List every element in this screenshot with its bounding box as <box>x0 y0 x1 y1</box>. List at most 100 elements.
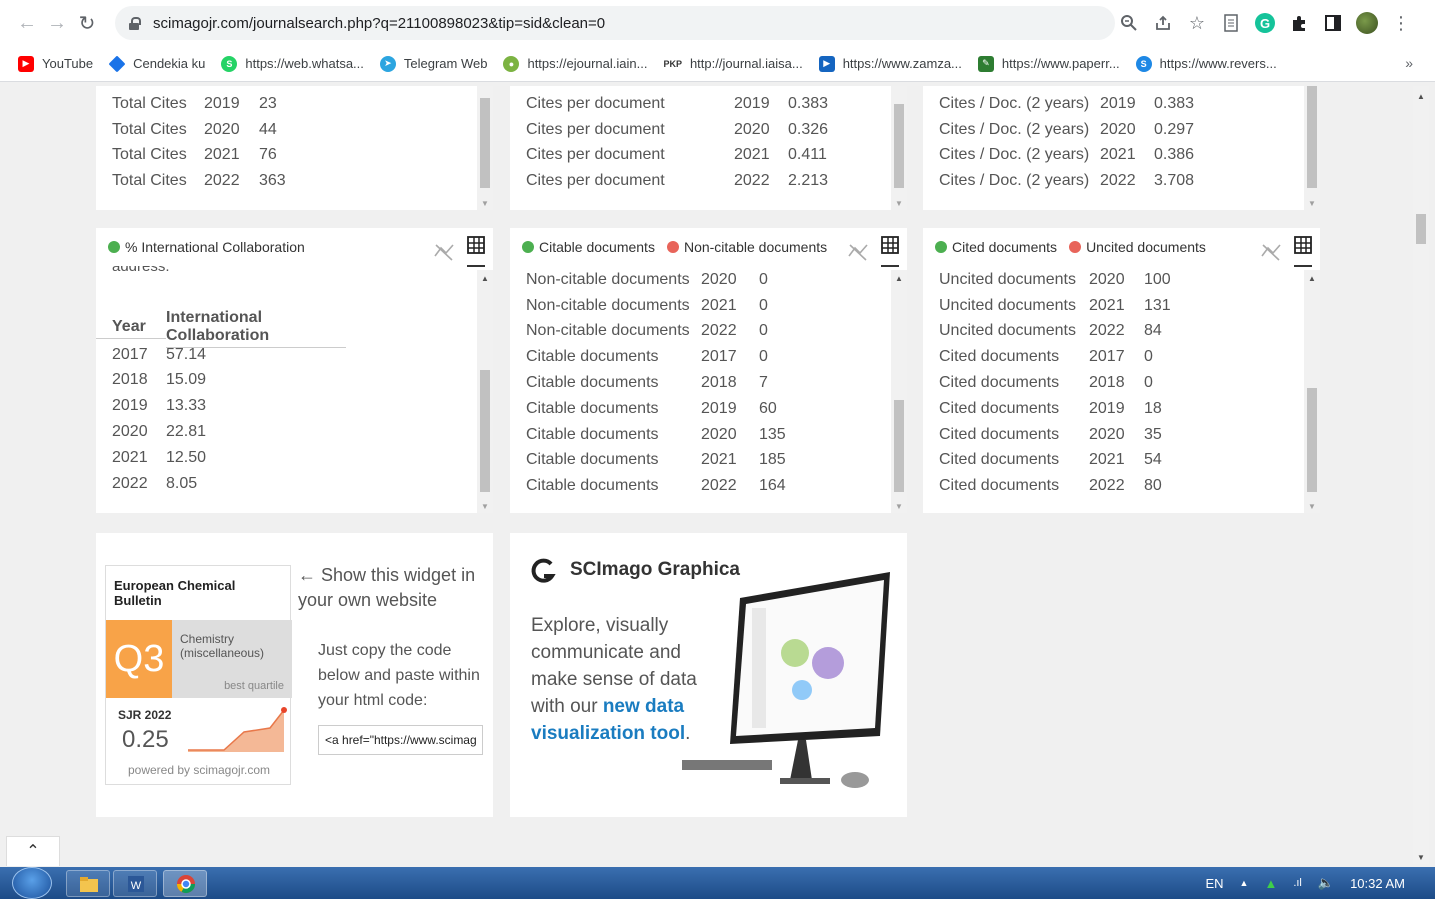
page-scrollbar[interactable]: ▲ ▼ <box>1413 86 1429 864</box>
legend-item-collab[interactable]: % International Collaboration <box>108 239 305 255</box>
taskbar-chrome-button[interactable] <box>163 870 207 897</box>
table-row: Citable documents 2020 135 <box>510 422 890 448</box>
legend-label: Cited documents <box>952 239 1058 255</box>
cites-per-doc-scrollbar[interactable]: ▼ <box>891 86 907 210</box>
chart-view-icon[interactable] <box>1260 242 1282 262</box>
total-cites-scrollbar[interactable]: ▼ <box>477 86 493 210</box>
bookmark-reverso[interactable]: S https://www.revers... <box>1135 55 1277 72</box>
address-bar[interactable]: scimagojr.com/journalsearch.php?q=211008… <box>115 6 1115 40</box>
table-cell: 2019 <box>734 94 770 112</box>
cited-docs-scrollbar[interactable]: ▲ ▼ <box>1304 270 1320 513</box>
scroll-up-arrow-icon[interactable]: ▲ <box>1417 92 1425 101</box>
document-extension-icon[interactable] <box>1217 8 1245 38</box>
widget-code-input[interactable] <box>318 725 483 755</box>
share-icon[interactable] <box>1149 8 1177 38</box>
scrollbar-thumb[interactable] <box>480 370 490 492</box>
legend-item-non-citable[interactable]: Non-citable documents <box>666 239 827 255</box>
extensions-puzzle-icon[interactable] <box>1285 8 1313 38</box>
page-scrollbar-thumb[interactable] <box>1416 214 1426 244</box>
scroll-down-arrow-icon[interactable]: ▼ <box>1308 199 1316 208</box>
table-cell: Citable documents <box>526 399 659 417</box>
intl-collab-scrollbar[interactable]: ▲ ▼ <box>477 270 493 513</box>
table-cell: 8.05 <box>166 474 198 492</box>
table-cell: Citable documents <box>526 425 659 443</box>
menu-kebab-icon[interactable]: ⋮ <box>1387 8 1415 38</box>
windows-start-button[interactable] <box>12 867 52 899</box>
language-indicator[interactable]: EN <box>1205 876 1223 891</box>
table-cell: 15.09 <box>166 371 207 389</box>
bookmark-youtube[interactable]: ▶ YouTube <box>18 55 93 72</box>
chevron-up-icon: ⌃ <box>26 843 40 860</box>
table-view-tab[interactable] <box>467 236 485 267</box>
table-row: 2022 8.05 <box>96 471 476 497</box>
bookmark-journal-iaisa[interactable]: PKP http://journal.iaisa... <box>663 56 802 71</box>
table-cell: 2022 <box>734 172 770 190</box>
bookmark-paperrater[interactable]: ✎ https://www.paperr... <box>977 55 1120 72</box>
chart-view-icon[interactable] <box>847 242 869 262</box>
scroll-up-arrow-icon[interactable]: ▲ <box>895 274 903 283</box>
legend-item-cited[interactable]: Cited documents <box>935 239 1057 255</box>
table-cell: 2022 <box>701 322 737 340</box>
sjr-widget[interactable]: European Chemical Bulletin Q3 Chemistry … <box>105 565 292 785</box>
table-view-tab[interactable] <box>1294 236 1312 267</box>
citable-docs-scrollbar[interactable]: ▲ ▼ <box>891 270 907 513</box>
bookmark-label: https://www.zamza... <box>842 56 962 71</box>
profile-avatar-icon[interactable] <box>1353 8 1381 38</box>
bookmark-ejournal[interactable]: ● https://ejournal.iain... <box>503 55 647 72</box>
bookmark-whatsapp[interactable]: S https://web.whatsa... <box>221 55 364 72</box>
signal-bars-icon[interactable]: .ıl <box>1293 877 1302 889</box>
scroll-down-arrow-icon[interactable]: ▼ <box>1308 502 1316 511</box>
bookmarks-overflow-button[interactable]: » <box>1405 55 1413 71</box>
chart-view-icon[interactable] <box>433 242 455 262</box>
network-warning-icon[interactable]: ▲ <box>1264 876 1277 891</box>
scrollbar-thumb[interactable] <box>1307 86 1317 188</box>
reload-icon[interactable]: ↻ <box>72 11 102 36</box>
scroll-down-arrow-icon[interactable]: ▼ <box>481 199 489 208</box>
clock[interactable]: 10:32 AM <box>1350 876 1405 891</box>
table-cell: 2020 <box>701 425 737 443</box>
side-panel-icon[interactable] <box>1319 8 1347 38</box>
tray-expand-icon[interactable]: ▲ <box>1240 878 1249 888</box>
taskbar-explorer-button[interactable] <box>66 870 110 897</box>
scrollbar-thumb[interactable] <box>1307 388 1317 492</box>
volume-icon[interactable]: 🔈 <box>1318 875 1334 891</box>
table-row: Cited documents 2022 80 <box>923 473 1303 499</box>
scroll-up-arrow-icon[interactable]: ▲ <box>1308 274 1316 283</box>
bookmark-zamza[interactable]: ▶ https://www.zamza... <box>818 55 962 72</box>
table-cell: Uncited documents <box>939 322 1076 340</box>
forward-icon[interactable]: → <box>42 12 72 35</box>
table-cell: Cited documents <box>939 374 1060 392</box>
scrollbar-thumb[interactable] <box>894 104 904 188</box>
legend-item-citable[interactable]: Citable documents <box>522 239 655 255</box>
table-row: Non-citable documents 2021 0 <box>510 293 890 319</box>
table-cell: 2022 <box>204 172 240 190</box>
table-row: Cites / Doc. (2 years) 2021 0.386 <box>923 143 1303 169</box>
table-view-tab[interactable] <box>881 236 899 267</box>
table-cell: 0 <box>759 348 768 366</box>
cendekia-icon <box>108 55 126 72</box>
table-row: Citable documents 2022 164 <box>510 473 890 499</box>
lock-icon[interactable] <box>129 17 141 30</box>
table-view-icon <box>1294 236 1312 254</box>
scroll-down-arrow-icon[interactable]: ▼ <box>1417 853 1425 862</box>
grammarly-icon[interactable]: G <box>1251 8 1279 38</box>
scroll-up-arrow-icon[interactable]: ▲ <box>481 274 489 283</box>
table-cell: 13.33 <box>166 397 207 415</box>
scrollbar-thumb[interactable] <box>480 98 490 188</box>
table-cell: 2020 <box>112 423 148 441</box>
scroll-down-arrow-icon[interactable]: ▼ <box>481 502 489 511</box>
bookmark-telegram[interactable]: ➤ Telegram Web <box>379 55 487 72</box>
back-icon[interactable]: ← <box>12 12 42 35</box>
back-to-top-button[interactable]: ⌃ <box>6 836 60 866</box>
cites-2years-scrollbar[interactable]: ▼ <box>1304 86 1320 210</box>
table-row: Uncited documents 2021 131 <box>923 293 1303 319</box>
table-cell: 2022 <box>112 474 148 492</box>
bookmark-cendekia[interactable]: Cendekia ku <box>108 55 205 72</box>
bookmark-star-icon[interactable]: ☆ <box>1183 8 1211 38</box>
scroll-down-arrow-icon[interactable]: ▼ <box>895 199 903 208</box>
taskbar-word-button[interactable]: W <box>113 870 157 897</box>
scroll-down-arrow-icon[interactable]: ▼ <box>895 502 903 511</box>
legend-item-uncited[interactable]: Uncited documents <box>1069 239 1206 255</box>
zoom-icon[interactable] <box>1115 8 1143 38</box>
scrollbar-thumb[interactable] <box>894 400 904 492</box>
